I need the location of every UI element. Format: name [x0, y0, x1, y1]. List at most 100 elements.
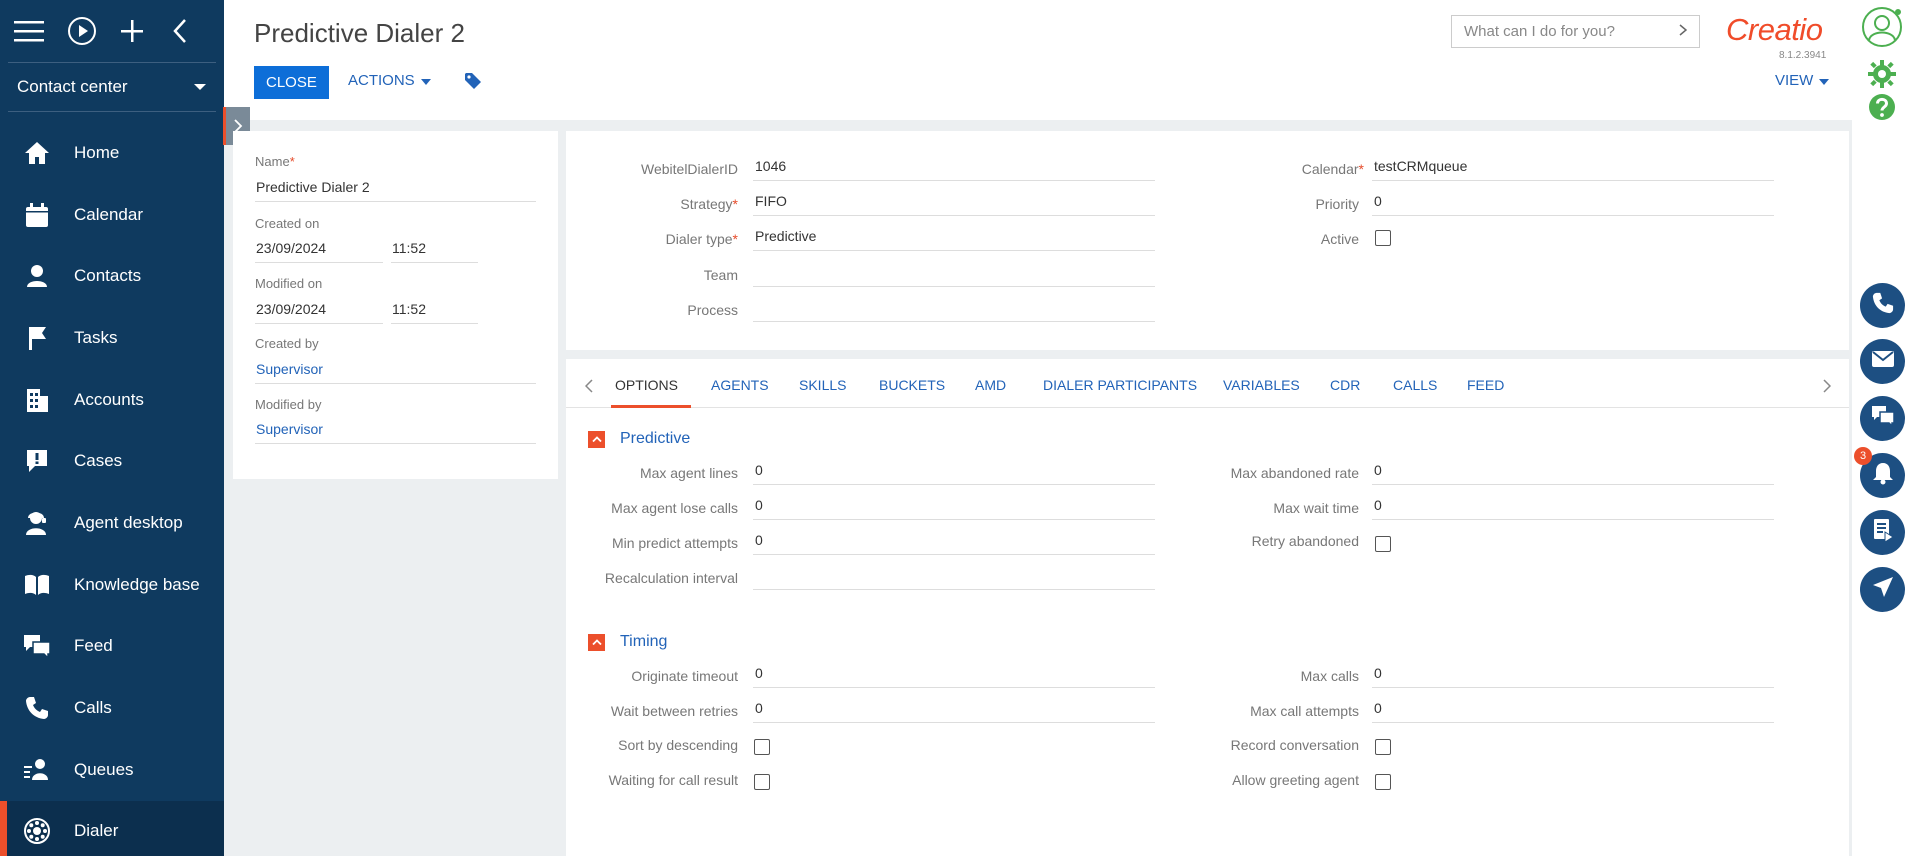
tab-feed[interactable]: FEED	[1467, 377, 1504, 393]
details-tabs-panel: OPTIONS AGENTS SKILLS BUCKETS AMD DIALER…	[566, 359, 1849, 856]
actions-button[interactable]: ACTIONS	[348, 72, 431, 89]
created-by-label: Created by	[255, 336, 319, 351]
phone-icon	[22, 693, 52, 723]
max-wait-time-field[interactable]: 0	[1372, 494, 1774, 520]
sort-by-descending-label: Sort by descending	[618, 737, 738, 753]
strategy-label: Strategy*	[588, 196, 738, 212]
main-fields-panel: WebitelDialerID 1046 Strategy* FIFO Dial…	[566, 131, 1849, 350]
tab-agents[interactable]: AGENTS	[711, 377, 769, 393]
wait-between-retries-field[interactable]: 0	[753, 697, 1155, 723]
collapse-icon[interactable]	[588, 430, 605, 448]
tab-buckets[interactable]: BUCKETS	[879, 377, 945, 393]
sidebar-item-label: Contacts	[74, 266, 142, 286]
sidebar-item-tasks[interactable]: Tasks	[0, 307, 224, 369]
recalculation-interval-field[interactable]	[753, 564, 1155, 590]
waiting-for-call-result-checkbox[interactable]	[754, 774, 770, 790]
chevron-right-icon[interactable]	[1679, 23, 1688, 40]
tab-variables[interactable]: VARIABLES	[1223, 377, 1300, 393]
sidebar-item-queues[interactable]: Queues	[0, 739, 224, 801]
calendar-label-text: Calendar	[1301, 161, 1359, 177]
active-tab-indicator	[611, 405, 691, 408]
created-by-link[interactable]: Supervisor	[255, 358, 536, 384]
sidebar-item-cases[interactable]: Cases	[0, 430, 224, 492]
sort-by-descending-checkbox[interactable]	[754, 739, 770, 755]
strategy-label-text: Strategy	[680, 196, 733, 212]
sidebar-item-knowledge-base[interactable]: Knowledge base	[0, 554, 224, 616]
calendar-field[interactable]: testCRMqueue	[1372, 155, 1774, 181]
collapse-icon[interactable]	[588, 633, 605, 651]
modified-on-time-field[interactable]: 11:52	[391, 298, 478, 324]
max-agent-lose-calls-field[interactable]: 0	[753, 494, 1155, 520]
user-avatar[interactable]	[1861, 6, 1903, 53]
email-button[interactable]	[1860, 339, 1905, 384]
building-icon	[22, 385, 52, 415]
close-button[interactable]: CLOSE	[254, 66, 329, 99]
predictive-section-header[interactable]: Predictive	[588, 430, 690, 448]
collapse-left-icon[interactable]	[172, 11, 225, 51]
paper-plane-icon	[1872, 576, 1894, 603]
required-marker: *	[1358, 161, 1364, 177]
tab-options[interactable]: OPTIONS	[615, 377, 678, 393]
name-field[interactable]: Predictive Dialer 2	[255, 176, 536, 202]
dialer-type-field[interactable]: Predictive	[753, 225, 1155, 251]
chat-button[interactable]	[1860, 396, 1905, 441]
tag-icon[interactable]	[464, 72, 482, 95]
workspace-selector[interactable]: Contact center	[8, 62, 216, 112]
play-icon[interactable]	[67, 11, 120, 51]
max-abandoned-rate-field[interactable]: 0	[1372, 459, 1774, 485]
command-search-input[interactable]: What can I do for you?	[1451, 15, 1700, 48]
sidebar-item-label: Accounts	[74, 389, 144, 409]
waiting-for-call-result-label: Waiting for call result	[608, 772, 738, 788]
allow-greeting-agent-checkbox[interactable]	[1375, 774, 1391, 790]
max-agent-lines-field[interactable]: 0	[753, 459, 1155, 485]
record-conversation-checkbox[interactable]	[1375, 739, 1391, 755]
tab-cdr[interactable]: CDR	[1330, 377, 1360, 393]
min-predict-attempts-field[interactable]: 0	[753, 529, 1155, 555]
sidebar-item-accounts[interactable]: Accounts	[0, 369, 224, 431]
name-label-text: Name	[255, 154, 290, 169]
originate-timeout-field[interactable]: 0	[753, 662, 1155, 688]
tab-amd[interactable]: AMD	[975, 377, 1006, 393]
active-checkbox[interactable]	[1375, 230, 1391, 246]
phone-call-button[interactable]	[1860, 283, 1905, 328]
send-button[interactable]	[1860, 567, 1905, 612]
created-on-date-field[interactable]: 23/09/2024	[255, 237, 383, 263]
max-call-attempts-field[interactable]: 0	[1372, 697, 1774, 723]
timing-section-header[interactable]: Timing	[588, 633, 667, 651]
tab-calls[interactable]: CALLS	[1393, 377, 1437, 393]
team-field[interactable]	[753, 261, 1155, 287]
max-call-attempts-label: Max call attempts	[1250, 703, 1359, 719]
tab-bar: OPTIONS AGENTS SKILLS BUCKETS AMD DIALER…	[566, 359, 1849, 408]
hamburger-menu-icon[interactable]	[14, 11, 67, 51]
sidebar-item-label: Cases	[74, 451, 123, 471]
sidebar-item-calendar[interactable]: Calendar	[0, 184, 224, 246]
notifications-button[interactable]: 3	[1854, 447, 1905, 498]
sidebar-item-contacts[interactable]: Contacts	[0, 245, 224, 307]
chevron-right-icon[interactable]	[1823, 379, 1832, 398]
originate-timeout-label: Originate timeout	[631, 668, 738, 684]
wait-between-retries-label: Wait between retries	[610, 703, 738, 719]
sidebar-item-feed[interactable]: Feed	[0, 616, 224, 678]
process-field[interactable]	[753, 296, 1155, 322]
tab-dialer-participants[interactable]: DIALER PARTICIPANTS	[1043, 377, 1197, 393]
sidebar-item-agent-desktop[interactable]: Agent desktop	[0, 492, 224, 554]
modified-by-link[interactable]: Supervisor	[255, 418, 536, 444]
priority-field[interactable]: 0	[1372, 190, 1774, 216]
created-on-time-field[interactable]: 11:52	[391, 237, 478, 263]
strategy-field[interactable]: FIFO	[753, 190, 1155, 216]
sidebar-item-label: Feed	[74, 636, 113, 656]
gear-icon[interactable]	[1868, 60, 1896, 93]
tab-skills[interactable]: SKILLS	[799, 377, 846, 393]
sidebar-item-home[interactable]: Home	[0, 122, 224, 184]
add-icon[interactable]	[119, 11, 172, 51]
view-button[interactable]: VIEW	[1775, 72, 1830, 89]
retry-abandoned-checkbox[interactable]	[1375, 536, 1391, 552]
modified-on-date-field[interactable]: 23/09/2024	[255, 298, 383, 324]
chevron-left-icon[interactable]	[584, 379, 593, 398]
sidebar-item-dialer[interactable]: Dialer	[0, 800, 224, 856]
max-calls-field[interactable]: 0	[1372, 662, 1774, 688]
help-icon[interactable]	[1868, 93, 1896, 126]
call-log-button[interactable]	[1860, 510, 1905, 555]
webitel-dialer-id-field[interactable]: 1046	[753, 155, 1155, 181]
sidebar-item-calls[interactable]: Calls	[0, 677, 224, 739]
